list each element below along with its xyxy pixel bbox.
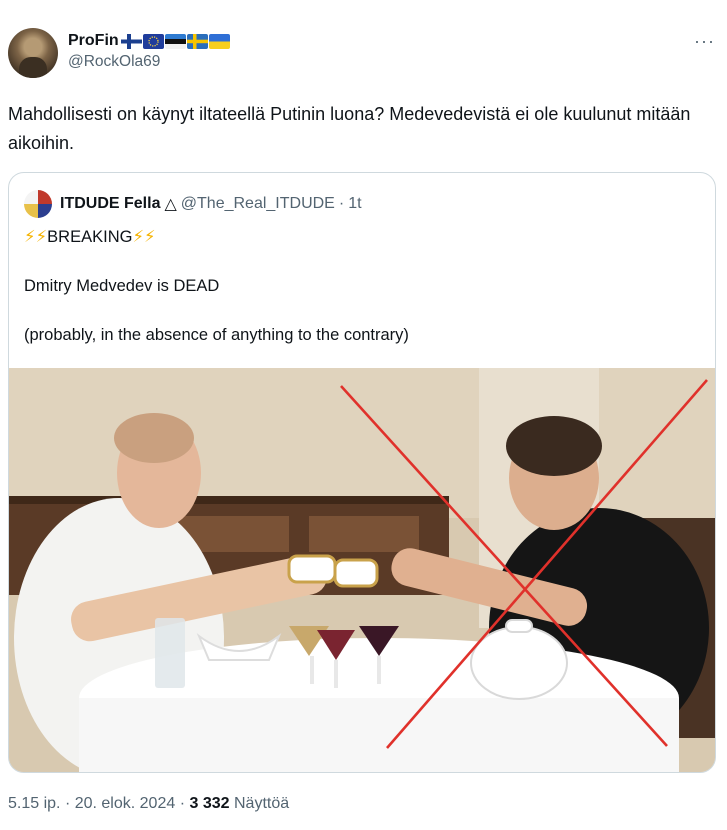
- breaking-text: BREAKING: [47, 228, 133, 246]
- lightning-icon: ⚡⚡: [24, 228, 48, 246]
- estonia-flag-icon: [164, 33, 186, 49]
- quote-age[interactable]: 1t: [348, 195, 361, 213]
- photo-illustration: [9, 368, 715, 772]
- view-count: 3 332: [189, 795, 230, 812]
- quote-avatar[interactable]: [24, 190, 52, 218]
- eu-flag-icon: [142, 33, 164, 49]
- quote-author-name[interactable]: ITDUDE Fella: [60, 195, 160, 213]
- lightning-icon: ⚡⚡: [132, 228, 156, 246]
- quote-line-2: Dmitry Medvedev is DEAD: [24, 277, 220, 295]
- quoted-tweet[interactable]: ITDUDE Fella △ @The_Real_ITDUDE · 1t ⚡⚡B…: [8, 172, 716, 773]
- tweet-text: Mahdollisesti on käynyt iltateellä Putin…: [8, 104, 691, 153]
- author-block: ProFin @RockOla69: [68, 31, 230, 71]
- triangle-icon: △: [164, 196, 177, 213]
- ukraine-flag-icon: [208, 33, 230, 49]
- tweet-date[interactable]: 20. elok. 2024: [75, 795, 176, 812]
- tweet-header: ProFin @RockOla69 ···: [8, 28, 719, 80]
- footer-separator: ·: [179, 795, 186, 812]
- quote-line-3: (probably, in the absence of anything to…: [24, 326, 409, 344]
- quote-separator: ·: [338, 195, 345, 212]
- breaking-line: ⚡⚡BREAKING⚡⚡: [24, 225, 704, 249]
- avatar[interactable]: [8, 28, 58, 78]
- author-name[interactable]: ProFin: [68, 32, 119, 50]
- author-handle[interactable]: @RockOla69: [68, 53, 230, 71]
- quote-photo[interactable]: [9, 368, 715, 772]
- flag-emojis: [120, 33, 230, 49]
- tweet-time[interactable]: 5.15 ip.: [8, 795, 60, 812]
- quote-author-handle[interactable]: @The_Real_ITDUDE: [181, 195, 335, 213]
- tweet-footer: 5.15 ip. · 20. elok. 2024 · 3 332 Näyttö…: [8, 795, 289, 813]
- quote-header: ITDUDE Fella △ @The_Real_ITDUDE · 1t: [24, 190, 362, 218]
- more-options-icon[interactable]: ···: [694, 31, 715, 52]
- footer-separator: ·: [64, 795, 71, 812]
- finland-flag-icon: [120, 33, 142, 49]
- sweden-flag-icon: [186, 33, 208, 49]
- view-count-label: Näyttöä: [233, 795, 290, 812]
- quote-body: ⚡⚡BREAKING⚡⚡ Dmitry Medvedev is DEAD (pr…: [24, 225, 704, 347]
